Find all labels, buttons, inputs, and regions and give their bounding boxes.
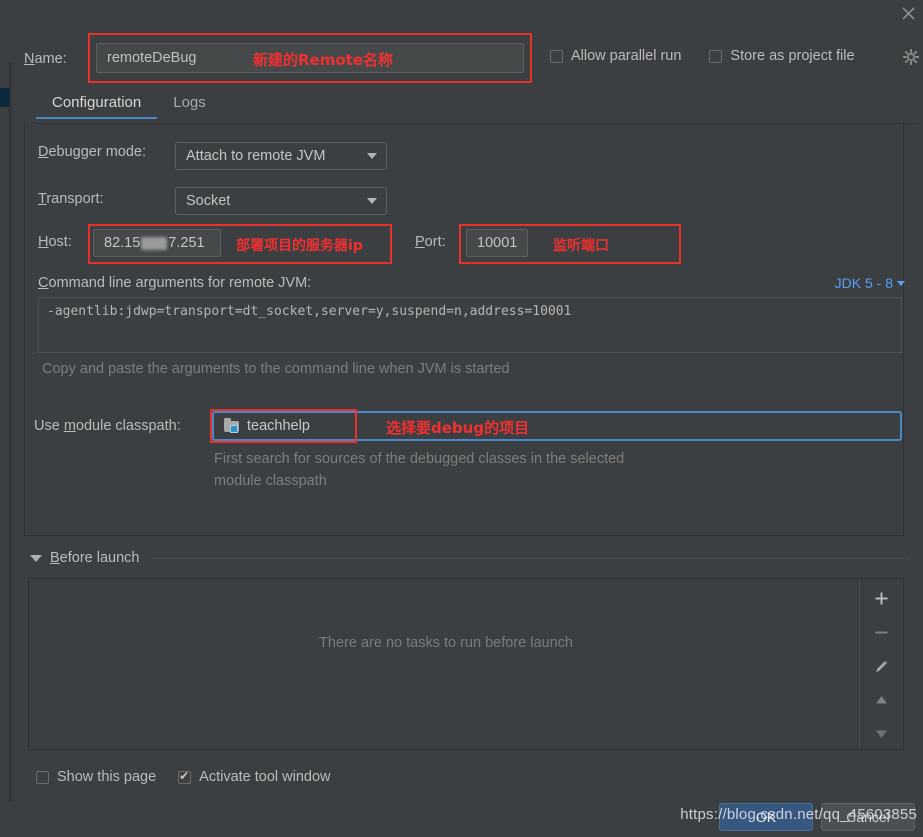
transport-row: Transport:: [38, 191, 104, 207]
checkbox-box-checked: [178, 769, 192, 784]
port-label: Port:: [415, 234, 446, 250]
store-as-project-file-checkbox[interactable]: Store as project file: [709, 48, 855, 64]
port-annotation-text: 监听端口: [553, 238, 609, 254]
tab-configuration[interactable]: Configuration: [36, 90, 158, 119]
allow-parallel-run-checkbox[interactable]: Allow parallel run: [550, 48, 681, 64]
host-row: Host:: [38, 234, 72, 250]
debugger-mode-value: Attach to remote JVM: [186, 148, 326, 164]
config-tree-panel-edge: [0, 62, 10, 802]
host-input[interactable]: 82.15 7.251: [93, 229, 221, 257]
port-input[interactable]: 10001: [466, 229, 528, 257]
host-label: Host:: [38, 234, 72, 250]
port-row: Port:: [415, 234, 446, 250]
name-input-value: remoteDeBug: [107, 50, 197, 66]
module-hint-line1: First search for sources of the debugged…: [214, 451, 625, 467]
store-as-project-file-label: Store as project file: [730, 48, 855, 64]
ok-button[interactable]: OK: [719, 803, 813, 831]
tab-logs[interactable]: Logs: [157, 90, 222, 119]
remote-debug-configuration-dialog: Name: remoteDeBug 新建的Remote名称 Allow para…: [0, 0, 923, 837]
chevron-down-icon: [367, 153, 377, 159]
chevron-down-icon: [367, 198, 377, 204]
transport-value: Socket: [186, 193, 231, 209]
name-annotation-text: 新建的Remote名称: [253, 51, 394, 69]
cmdline-label-row: Command line arguments for remote JVM:: [38, 275, 311, 291]
move-up-button[interactable]: [869, 689, 895, 711]
copy-paste-hint: Copy and paste the arguments to the comm…: [42, 361, 510, 377]
ok-button-label: OK: [755, 809, 777, 825]
collapse-triangle-icon[interactable]: [30, 554, 42, 562]
close-icon[interactable]: [897, 2, 919, 24]
move-down-button[interactable]: [869, 723, 895, 745]
edit-task-button[interactable]: [869, 655, 895, 677]
cmdline-arguments-textarea[interactable]: -agentlib:jdwp=transport=dt_socket,serve…: [38, 297, 902, 353]
transport-select[interactable]: Socket: [175, 187, 387, 215]
panel-divider: [11, 62, 12, 802]
activate-tool-window-checkbox[interactable]: Activate tool window: [178, 769, 331, 785]
remove-task-button[interactable]: [869, 621, 895, 643]
allow-parallel-run-label: Allow parallel run: [571, 48, 682, 64]
host-annotation-text: 部署项目的服务器ip: [236, 238, 363, 254]
redaction-blur: [141, 236, 168, 250]
host-input-value: 82.15 7.251: [104, 235, 205, 251]
jdk-version-label: JDK 5 - 8: [834, 275, 893, 291]
chevron-down-icon: [897, 280, 905, 286]
checkbox-box: [709, 49, 723, 63]
before-launch-task-list[interactable]: There are no tasks to run before launch: [28, 578, 904, 750]
cmdline-arguments-value: -agentlib:jdwp=transport=dt_socket,serve…: [47, 304, 572, 319]
activate-tool-window-label: Activate tool window: [199, 769, 331, 785]
debugger-mode-row: Debugger mode:: [38, 144, 146, 160]
port-input-value: 10001: [477, 235, 518, 251]
before-launch-header: Before launch: [30, 550, 910, 566]
show-this-page-label: Show this page: [57, 769, 157, 785]
tab-logs-label: Logs: [173, 94, 206, 111]
checkbox-box: [550, 49, 563, 63]
module-annotation-highlight: [210, 409, 357, 443]
gear-icon[interactable]: [902, 48, 920, 66]
module-classpath-row: Use module classpath:: [34, 418, 181, 434]
show-this-page-checkbox[interactable]: Show this page: [36, 769, 156, 785]
jdk-version-link[interactable]: JDK 5 - 8: [835, 275, 905, 291]
cancel-button-label: Cancel: [846, 809, 890, 825]
tab-configuration-label: Configuration: [52, 94, 142, 111]
module-annotation-text: 选择要debug的项目: [386, 419, 530, 437]
module-classpath-label: Use module classpath:: [34, 418, 181, 434]
before-launch-toolbar: [859, 579, 903, 749]
footer-options: Show this page Activate tool window: [36, 769, 331, 785]
transport-label: Transport:: [38, 191, 104, 207]
before-launch-title: Before launch: [50, 550, 140, 566]
add-task-button[interactable]: [869, 587, 895, 609]
config-tree-selected-item[interactable]: [0, 88, 10, 107]
checkbox-box: [36, 770, 49, 784]
dialog-button-row: OK Cancel: [719, 803, 915, 831]
debugger-mode-select[interactable]: Attach to remote JVM: [175, 142, 387, 170]
cmdline-label: Command line arguments for remote JVM:: [38, 275, 312, 291]
before-launch-rule: [151, 557, 910, 559]
header-options: Allow parallel run Store as project file: [550, 48, 855, 64]
cancel-button[interactable]: Cancel: [821, 803, 915, 831]
name-label: Name:: [24, 51, 67, 67]
debugger-mode-label: Debugger mode:: [38, 144, 147, 160]
module-hint-line2: module classpath: [214, 473, 327, 489]
tab-bar: Configuration Logs: [36, 90, 222, 119]
before-launch-empty-text: There are no tasks to run before launch: [319, 635, 573, 651]
